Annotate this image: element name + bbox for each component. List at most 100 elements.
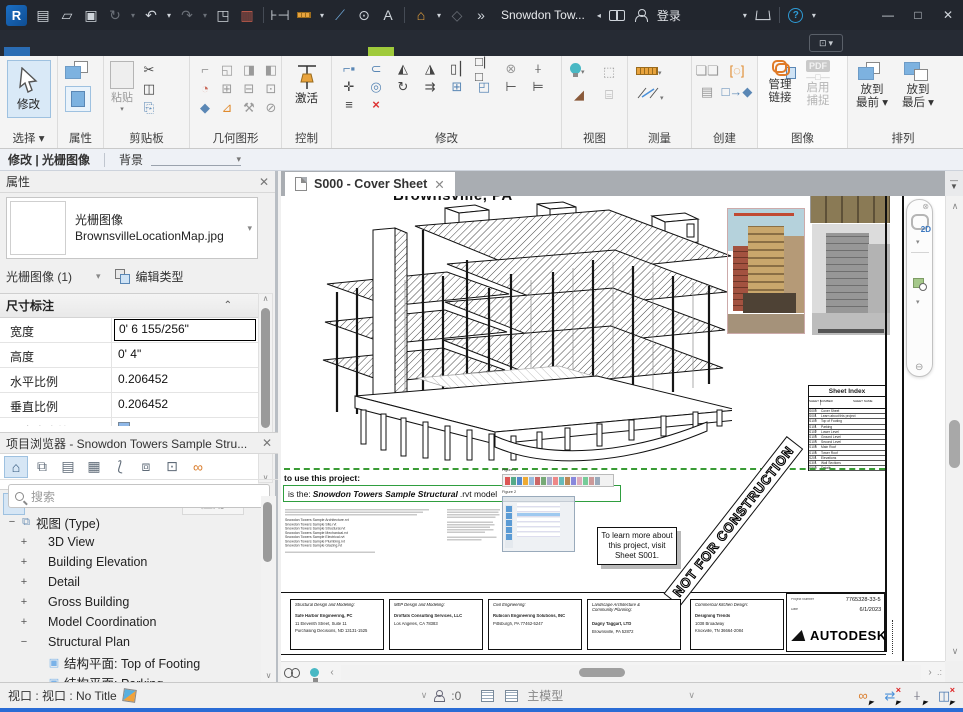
user-icon[interactable] [630, 4, 652, 26]
minimize-button[interactable]: — [873, 0, 903, 30]
search-icon[interactable] [606, 4, 628, 26]
tree-item[interactable]: ▣ 结构平面: Top of Footing [0, 652, 278, 672]
cut-geometry-icon[interactable]: ◱ [218, 61, 236, 78]
historic-photo-bw[interactable] [812, 224, 890, 335]
ribbon-tab[interactable] [56, 47, 82, 56]
drawing-canvas[interactable]: Brownsville, PA [281, 196, 945, 661]
ribbon-tab[interactable] [108, 47, 134, 56]
property-value[interactable]: 0' 6 155/256" [114, 319, 256, 341]
redo-icon[interactable]: ↷ [176, 4, 198, 26]
tree-item[interactable]: + Model Coordination [0, 612, 278, 632]
activate-pin-icon[interactable] [296, 60, 318, 90]
create-group-icon[interactable]: ❏❏ [698, 62, 716, 79]
navbar-collapse-icon[interactable]: ⊖ [915, 362, 923, 373]
text-icon[interactable]: A [377, 4, 399, 26]
reveal-hidden-bulb-icon[interactable] [303, 663, 325, 681]
login-dropdown-icon[interactable]: ▾ [740, 4, 750, 26]
properties-close-icon[interactable]: ✕ [259, 175, 269, 189]
wheel-dropdown-icon[interactable]: ▾ [916, 238, 920, 246]
move-icon[interactable]: ✛ [340, 78, 358, 95]
select-pinned-icon[interactable]: ⍭ [908, 688, 926, 704]
tree-expander[interactable]: + [18, 596, 30, 608]
workset-dropdown-icon[interactable]: ∨ [421, 690, 428, 701]
tree-expander[interactable]: + [18, 556, 30, 568]
maximize-button[interactable]: □ [903, 0, 933, 30]
scroll-up-icon[interactable]: ∧ [259, 294, 272, 303]
redo-dropdown-icon[interactable]: ▾ [200, 4, 210, 26]
navbar-close-icon[interactable]: ⊗ [922, 202, 929, 211]
historic-photo-strip[interactable] [810, 196, 890, 223]
ribbon-tab[interactable] [212, 47, 238, 56]
tag-icon[interactable]: ⊙ [353, 4, 375, 26]
open-icon[interactable]: ▱ [56, 4, 78, 26]
ribbon-tab[interactable] [368, 47, 394, 56]
instance-dropdown-icon[interactable]: ▾ [96, 271, 101, 282]
demolish-icon[interactable]: ⊞ [218, 80, 236, 97]
tree-item[interactable]: + 3D View [0, 532, 278, 552]
zoom-region-icon[interactable] [913, 278, 924, 288]
select-link-icon[interactable]: ∞ [854, 688, 872, 704]
options-dropdown-icon[interactable]: ∨ [688, 690, 695, 701]
linework-icon[interactable]: ⌸ [600, 86, 618, 103]
groups-icon[interactable]: ⧈ [134, 456, 158, 478]
canvas-vscrollbar[interactable]: ∧ ∨ [945, 196, 963, 661]
type-selector[interactable]: 光栅图像BrownsvilleLocationMap.jpg ▾ [6, 197, 258, 259]
3d-structural-viewport[interactable] [297, 200, 732, 462]
wall-joins-icon[interactable]: ⊟ [240, 80, 258, 97]
select-underlay-icon[interactable]: ⇄× [881, 688, 899, 704]
ribbon-tab[interactable] [238, 47, 264, 56]
thin-lines-icon[interactable]: » [470, 4, 492, 26]
zoom-dropdown-icon[interactable]: ▾ [916, 298, 920, 306]
ribbon-tab[interactable] [290, 47, 316, 56]
isolate-box-icon[interactable]: ⬚ [600, 63, 618, 80]
unjoin-icon[interactable]: ⊘ [262, 99, 280, 116]
tree-expander[interactable]: − [6, 516, 18, 528]
ribbon-tab[interactable] [342, 47, 368, 56]
paint-icon[interactable]: ◧ [262, 61, 280, 78]
schedules-icon[interactable]: ▤ [56, 456, 80, 478]
property-value[interactable]: 0.206452 [112, 393, 258, 417]
properties-palette-icon[interactable] [65, 60, 91, 82]
properties-window-icon[interactable]: ▤ [32, 4, 54, 26]
geometry-blue-icon[interactable]: ◆ [196, 99, 214, 116]
join-icon[interactable]: ◨ [240, 61, 258, 78]
section-icon[interactable]: ◇ [446, 4, 468, 26]
help-dropdown-icon[interactable]: ▾ [809, 4, 819, 26]
tree-item[interactable]: + Building Elevation [0, 552, 278, 572]
manage-links-button[interactable]: 管理链接 [764, 60, 796, 108]
scale-icon[interactable]: ◰ [475, 78, 493, 95]
tree-expander[interactable]: + [18, 616, 30, 628]
edit-type-button[interactable]: 编辑类型 [136, 268, 184, 285]
copy-element-icon[interactable]: ◎ [367, 78, 385, 95]
modify-button[interactable]: 修改 [7, 60, 51, 118]
search-input[interactable]: 搜索 [8, 484, 270, 508]
property-value[interactable] [112, 418, 258, 426]
rotate-icon[interactable]: ↻ [394, 78, 412, 95]
view-tab-active[interactable]: S000 - Cover Sheet ✕ [285, 172, 455, 196]
steering-wheel-2d-icon[interactable] [911, 214, 929, 230]
measure-icon[interactable] [293, 4, 315, 26]
convert-icon[interactable]: □→◆ [728, 83, 746, 100]
browser-scroll-thumb[interactable] [263, 502, 272, 562]
store-icon[interactable] [752, 4, 774, 26]
sync-dropdown-icon[interactable]: ▾ [128, 4, 138, 26]
tree-item[interactable]: + Detail [0, 572, 278, 592]
hide-element-icon[interactable]: ▾ [570, 63, 594, 80]
hscroll-right-icon[interactable]: › [923, 667, 937, 678]
tree-item[interactable]: − Structural Plan [0, 632, 278, 652]
hscroll-left-icon[interactable]: ‹ [325, 667, 339, 678]
paste-button[interactable]: 粘贴▾ [110, 61, 134, 116]
sheets-icon[interactable]: ▦ [82, 456, 106, 478]
mirror-draw-icon[interactable]: ◮ [421, 60, 439, 77]
edit-type-icon[interactable] [115, 269, 131, 283]
sheet-index-schedule[interactable]: Sheet Index SHEET NUMBERSHEET NAME S000C… [808, 385, 886, 471]
vscroll-thumb[interactable] [949, 420, 960, 468]
bring-to-front-button[interactable]: 放到最前 ▾ [856, 62, 888, 110]
ribbon-state-toggle[interactable]: ⊡▾ [809, 34, 843, 52]
dimensions-section-header[interactable]: 尺寸标注⌃ [0, 294, 258, 318]
split-gap-icon[interactable]: □|□ [475, 60, 493, 77]
type-selector-dropdown-icon[interactable]: ▾ [247, 223, 252, 234]
trim-multiple-icon[interactable]: ⊨ [529, 78, 547, 95]
trim-extend-icon[interactable]: ⊢ [502, 78, 520, 95]
tree-expander[interactable]: + [18, 576, 30, 588]
